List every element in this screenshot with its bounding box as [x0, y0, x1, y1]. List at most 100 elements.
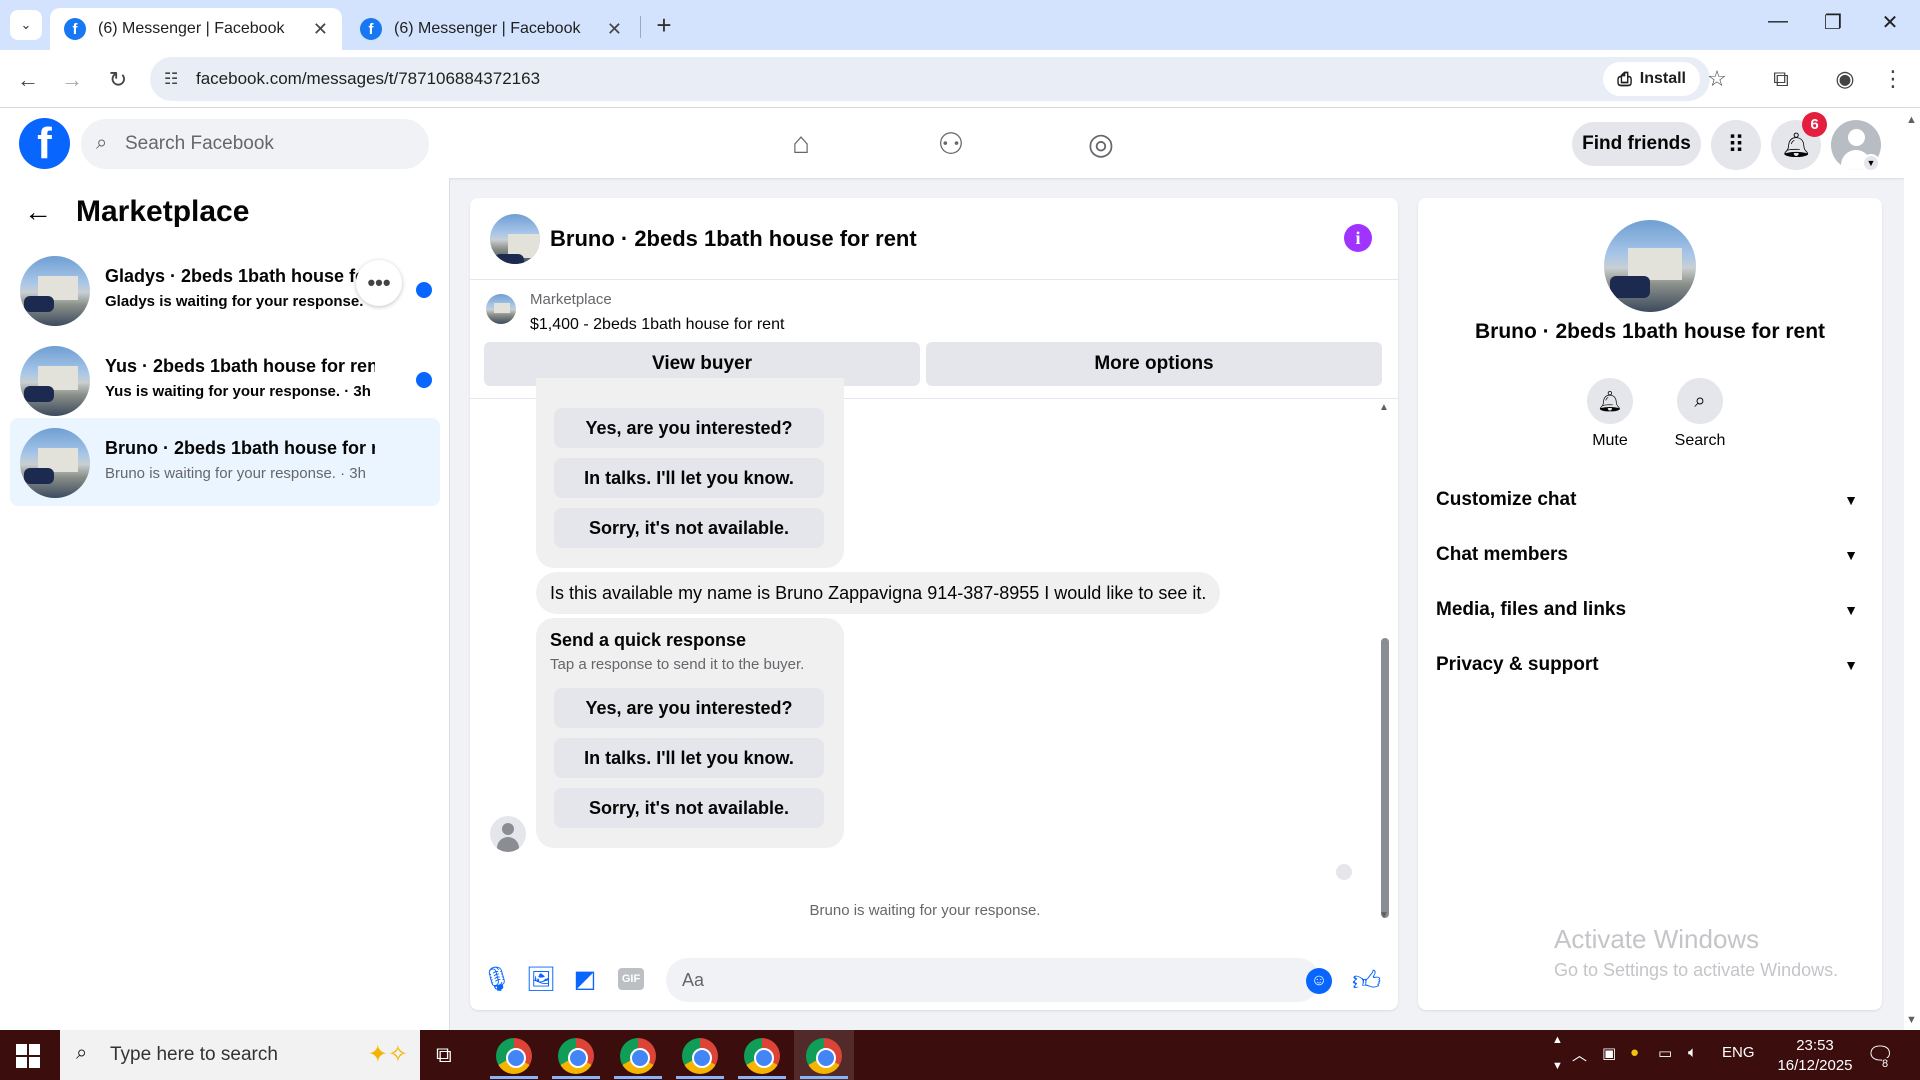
quick-reply-button[interactable]: Sorry, it's not available.: [554, 788, 824, 828]
tab-separator: [640, 16, 641, 38]
conversation-name: Bruno · 2beds 1bath house for rent: [105, 438, 375, 458]
mute-button[interactable]: 🔔︎ Mute: [1570, 378, 1650, 450]
page-scrollbar[interactable]: ▲ ▼: [1904, 108, 1920, 1030]
quick-reply-button[interactable]: Yes, are you interested?: [554, 408, 824, 448]
message-composer: 🎙︎ 🖼︎ ◩ GIF ☺ 👍︎: [470, 950, 1398, 1010]
close-tab-icon[interactable]: ✕: [607, 19, 622, 40]
windows-start-icon[interactable]: [16, 1044, 40, 1068]
conversation-sidebar: ← Marketplace Gladys · 2beds 1bath house…: [0, 178, 450, 1030]
browser-menu-icon[interactable]: ⋮: [1878, 66, 1908, 92]
tab-search-dropdown[interactable]: ⌄: [10, 10, 42, 40]
media-files-links-section[interactable]: Media, files and links ▼: [1436, 590, 1864, 630]
scrollbar-thumb[interactable]: [1381, 638, 1389, 918]
sticker-icon[interactable]: ◩: [570, 964, 600, 994]
reload-icon[interactable]: ↻: [102, 64, 134, 96]
message-input[interactable]: [666, 958, 1320, 1002]
search-icon: ⌕: [96, 132, 108, 154]
chevron-down-icon[interactable]: ▼: [1862, 154, 1880, 172]
privacy-support-section[interactable]: Privacy & support ▼: [1436, 645, 1864, 685]
taskbar-scroll-down-icon[interactable]: ▼: [1552, 1060, 1563, 1072]
emoji-icon[interactable]: ☺: [1306, 968, 1332, 994]
back-arrow-icon[interactable]: ←: [24, 196, 52, 228]
conversation-name: Yus · 2beds 1bath house for rent: [105, 356, 375, 376]
more-options-icon[interactable]: •••: [356, 260, 402, 306]
browser-tab-1[interactable]: f (6) Messenger | Facebook ✕: [50, 8, 342, 50]
bookmark-star-icon[interactable]: ☆: [1702, 66, 1732, 92]
info-icon[interactable]: i: [1344, 224, 1372, 252]
conversation-item-bruno[interactable]: Bruno · 2beds 1bath house for rent Bruno…: [10, 418, 440, 506]
quick-reply-button[interactable]: Yes, are you interested?: [554, 688, 824, 728]
address-bar[interactable]: ☷ facebook.com/messages/t/78710688437216…: [150, 57, 1710, 101]
microphone-icon[interactable]: 🎙︎: [482, 964, 512, 994]
details-avatar: [1604, 220, 1696, 312]
show-hidden-icons-icon[interactable]: ︿: [1572, 1044, 1587, 1065]
facebook-logo[interactable]: f: [19, 118, 70, 169]
scroll-up-icon[interactable]: ▲: [1906, 114, 1917, 126]
thumbs-up-icon[interactable]: 👍︎: [1352, 964, 1381, 998]
chat-avatar[interactable]: [490, 214, 540, 264]
extensions-icon[interactable]: ⧉: [1766, 66, 1796, 92]
conversation-preview: Bruno is waiting for your response. · 3h: [105, 465, 366, 482]
chrome-icon[interactable]: [496, 1038, 532, 1074]
buyer-message: Is this available my name is Bruno Zappa…: [536, 572, 1221, 614]
groups-icon[interactable]: ◎: [1076, 124, 1126, 164]
chat-members-section[interactable]: Chat members ▼: [1436, 535, 1864, 575]
quick-reply-button[interactable]: In talks. I'll let you know.: [554, 738, 824, 778]
forward-arrow-icon[interactable]: →: [56, 64, 88, 96]
home-icon[interactable]: ⌂: [776, 124, 826, 164]
meet-now-icon[interactable]: ▣: [1602, 1044, 1616, 1062]
chrome-icon[interactable]: [620, 1038, 656, 1074]
quick-reply-button[interactable]: In talks. I'll let you know.: [554, 458, 824, 498]
task-view-icon[interactable]: ⧉: [436, 1042, 452, 1068]
running-indicator: [490, 1076, 538, 1079]
more-options-button[interactable]: More options: [926, 342, 1382, 386]
chat-panel: Bruno · 2beds 1bath house for rent i Mar…: [470, 198, 1398, 1010]
browser-toolbar: ← → ↻ ☷ facebook.com/messages/t/78710688…: [0, 50, 1920, 108]
language-indicator[interactable]: ENG: [1722, 1044, 1755, 1061]
chat-scrollbar[interactable]: ▲ ▼: [1378, 402, 1390, 922]
conversation-item-yus[interactable]: Yus · 2beds 1bath house for rent Yus is …: [10, 336, 440, 424]
close-tab-icon[interactable]: ✕: [313, 19, 328, 40]
taskbar-search-input[interactable]: ⌕ Type here to search ✦✧: [60, 1030, 420, 1080]
chrome-icon[interactable]: [806, 1038, 842, 1074]
close-window-icon[interactable]: ✕: [1870, 10, 1910, 35]
back-arrow-icon[interactable]: ←: [12, 64, 44, 96]
photo-icon[interactable]: 🖼︎: [526, 964, 556, 994]
site-info-icon[interactable]: ☷: [164, 69, 178, 89]
running-indicator: [800, 1076, 848, 1079]
listing-thumbnail: [486, 294, 516, 324]
unread-dot: [416, 372, 432, 388]
chrome-icon[interactable]: [744, 1038, 780, 1074]
app-tray-icon[interactable]: ●: [1630, 1044, 1639, 1061]
chat-title[interactable]: Bruno · 2beds 1bath house for rent: [550, 226, 917, 252]
facebook-header: f ⌕ Search Facebook ⌂ ⚇ ◎ Find friends ⠿…: [0, 108, 1904, 178]
gif-icon[interactable]: GIF: [618, 968, 644, 990]
chrome-icon[interactable]: [558, 1038, 594, 1074]
minimize-icon[interactable]: —: [1758, 10, 1798, 33]
scroll-down-icon[interactable]: ▼: [1378, 910, 1390, 921]
install-icon: ⎙: [1617, 68, 1632, 89]
new-tab-button[interactable]: +: [648, 10, 680, 40]
search-button[interactable]: ⌕ Search: [1660, 378, 1740, 450]
network-icon[interactable]: ▭: [1658, 1044, 1672, 1062]
chrome-icon[interactable]: [682, 1038, 718, 1074]
quick-response-title: Send a quick response: [550, 630, 747, 650]
friends-icon[interactable]: ⚇: [926, 124, 976, 164]
restore-icon[interactable]: ❐: [1813, 10, 1853, 35]
find-friends-button[interactable]: Find friends: [1572, 122, 1701, 166]
notification-center-icon[interactable]: 🗨︎: [1866, 1042, 1894, 1068]
customize-chat-section[interactable]: Customize chat ▼: [1436, 480, 1864, 520]
scroll-down-icon[interactable]: ▼: [1906, 1014, 1917, 1026]
facebook-search-input[interactable]: ⌕ Search Facebook: [81, 119, 429, 169]
taskbar-scroll-up-icon[interactable]: ▲: [1552, 1034, 1563, 1046]
volume-icon[interactable]: 🔈︎: [1688, 1044, 1697, 1061]
menu-grid-icon[interactable]: ⠿: [1711, 120, 1761, 170]
listing-title[interactable]: $1,400 - 2beds 1bath house for rent: [530, 316, 784, 334]
chevron-down-icon: ▼: [1844, 657, 1858, 673]
install-button[interactable]: ⎙ Install: [1603, 62, 1700, 96]
profile-icon[interactable]: ◉: [1830, 66, 1860, 92]
scroll-up-icon[interactable]: ▲: [1378, 402, 1390, 413]
taskbar-clock[interactable]: 23:53 16/12/2025: [1770, 1036, 1860, 1076]
quick-reply-button[interactable]: Sorry, it's not available.: [554, 508, 824, 548]
browser-tab-2[interactable]: f (6) Messenger | Facebook ✕: [346, 8, 636, 50]
